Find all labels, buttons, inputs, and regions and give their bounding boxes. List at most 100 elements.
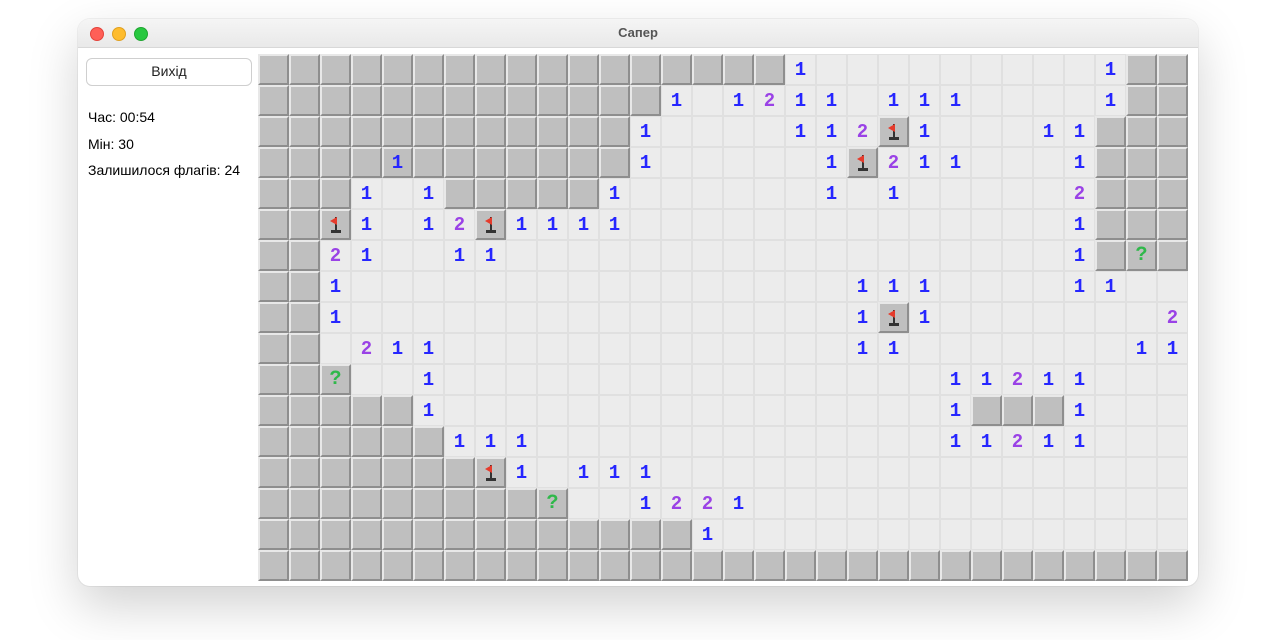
cell-r3-c27[interactable] <box>1095 147 1126 178</box>
cell-r1-c11[interactable] <box>599 85 630 116</box>
cell-r0-c16[interactable] <box>754 54 785 85</box>
cell-r12-c5[interactable] <box>413 426 444 457</box>
cell-r6-c28[interactable]: ? <box>1126 240 1157 271</box>
cell-r16-c4[interactable] <box>382 550 413 581</box>
cell-r16-c2[interactable] <box>320 550 351 581</box>
cell-r16-c22[interactable] <box>940 550 971 581</box>
cell-r2-c0[interactable] <box>258 116 289 147</box>
cell-r1-c0[interactable] <box>258 85 289 116</box>
cell-r5-c29[interactable] <box>1157 209 1188 240</box>
cell-r1-c3[interactable] <box>351 85 382 116</box>
cell-r16-c8[interactable] <box>506 550 537 581</box>
cell-r16-c17[interactable] <box>785 550 816 581</box>
cell-r1-c6[interactable] <box>444 85 475 116</box>
cell-r2-c1[interactable] <box>289 116 320 147</box>
cell-r14-c4[interactable] <box>382 488 413 519</box>
cell-r11-c23[interactable] <box>971 395 1002 426</box>
cell-r0-c3[interactable] <box>351 54 382 85</box>
cell-r14-c1[interactable] <box>289 488 320 519</box>
cell-r15-c12[interactable] <box>630 519 661 550</box>
cell-r3-c9[interactable] <box>537 147 568 178</box>
cell-r1-c12[interactable] <box>630 85 661 116</box>
cell-r2-c5[interactable] <box>413 116 444 147</box>
cell-r13-c2[interactable] <box>320 457 351 488</box>
cell-r11-c2[interactable] <box>320 395 351 426</box>
cell-r3-c6[interactable] <box>444 147 475 178</box>
cell-r4-c10[interactable] <box>568 178 599 209</box>
cell-r1-c5[interactable] <box>413 85 444 116</box>
cell-r16-c19[interactable] <box>847 550 878 581</box>
cell-r2-c9[interactable] <box>537 116 568 147</box>
cell-r3-c0[interactable] <box>258 147 289 178</box>
cell-r2-c20[interactable] <box>878 116 909 147</box>
cell-r2-c4[interactable] <box>382 116 413 147</box>
cell-r3-c5[interactable] <box>413 147 444 178</box>
cell-r2-c6[interactable] <box>444 116 475 147</box>
cell-r7-c0[interactable] <box>258 271 289 302</box>
cell-r16-c16[interactable] <box>754 550 785 581</box>
cell-r0-c6[interactable] <box>444 54 475 85</box>
cell-r11-c0[interactable] <box>258 395 289 426</box>
cell-r9-c0[interactable] <box>258 333 289 364</box>
cell-r4-c28[interactable] <box>1126 178 1157 209</box>
cell-r16-c15[interactable] <box>723 550 754 581</box>
cell-r16-c24[interactable] <box>1002 550 1033 581</box>
cell-r8-c1[interactable] <box>289 302 320 333</box>
cell-r16-c10[interactable] <box>568 550 599 581</box>
cell-r15-c5[interactable] <box>413 519 444 550</box>
cell-r11-c24[interactable] <box>1002 395 1033 426</box>
cell-r5-c28[interactable] <box>1126 209 1157 240</box>
cell-r4-c27[interactable] <box>1095 178 1126 209</box>
cell-r4-c9[interactable] <box>537 178 568 209</box>
cell-r4-c7[interactable] <box>475 178 506 209</box>
cell-r10-c2[interactable]: ? <box>320 364 351 395</box>
cell-r12-c2[interactable] <box>320 426 351 457</box>
cell-r6-c27[interactable] <box>1095 240 1126 271</box>
cell-r15-c1[interactable] <box>289 519 320 550</box>
cell-r1-c28[interactable] <box>1126 85 1157 116</box>
cell-r11-c1[interactable] <box>289 395 320 426</box>
cell-r2-c28[interactable] <box>1126 116 1157 147</box>
cell-r0-c4[interactable] <box>382 54 413 85</box>
cell-r0-c2[interactable] <box>320 54 351 85</box>
cell-r2-c29[interactable] <box>1157 116 1188 147</box>
cell-r13-c5[interactable] <box>413 457 444 488</box>
cell-r15-c4[interactable] <box>382 519 413 550</box>
cell-r1-c10[interactable] <box>568 85 599 116</box>
cell-r5-c27[interactable] <box>1095 209 1126 240</box>
cell-r15-c9[interactable] <box>537 519 568 550</box>
cell-r14-c7[interactable] <box>475 488 506 519</box>
cell-r14-c2[interactable] <box>320 488 351 519</box>
cell-r1-c9[interactable] <box>537 85 568 116</box>
cell-r0-c5[interactable] <box>413 54 444 85</box>
cell-r15-c3[interactable] <box>351 519 382 550</box>
cell-r15-c13[interactable] <box>661 519 692 550</box>
cell-r5-c2[interactable] <box>320 209 351 240</box>
cell-r10-c1[interactable] <box>289 364 320 395</box>
cell-r14-c5[interactable] <box>413 488 444 519</box>
cell-r2-c3[interactable] <box>351 116 382 147</box>
cell-r16-c25[interactable] <box>1033 550 1064 581</box>
cell-r12-c0[interactable] <box>258 426 289 457</box>
cell-r3-c28[interactable] <box>1126 147 1157 178</box>
cell-r0-c10[interactable] <box>568 54 599 85</box>
cell-r13-c0[interactable] <box>258 457 289 488</box>
cell-r3-c2[interactable] <box>320 147 351 178</box>
cell-r2-c2[interactable] <box>320 116 351 147</box>
cell-r15-c0[interactable] <box>258 519 289 550</box>
cell-r0-c12[interactable] <box>630 54 661 85</box>
cell-r16-c0[interactable] <box>258 550 289 581</box>
cell-r9-c1[interactable] <box>289 333 320 364</box>
cell-r14-c3[interactable] <box>351 488 382 519</box>
cell-r13-c7[interactable] <box>475 457 506 488</box>
cell-r0-c14[interactable] <box>692 54 723 85</box>
cell-r14-c0[interactable] <box>258 488 289 519</box>
cell-r6-c1[interactable] <box>289 240 320 271</box>
cell-r15-c7[interactable] <box>475 519 506 550</box>
cell-r8-c20[interactable] <box>878 302 909 333</box>
cell-r16-c14[interactable] <box>692 550 723 581</box>
cell-r6-c29[interactable] <box>1157 240 1188 271</box>
cell-r4-c6[interactable] <box>444 178 475 209</box>
cell-r2-c8[interactable] <box>506 116 537 147</box>
cell-r15-c8[interactable] <box>506 519 537 550</box>
